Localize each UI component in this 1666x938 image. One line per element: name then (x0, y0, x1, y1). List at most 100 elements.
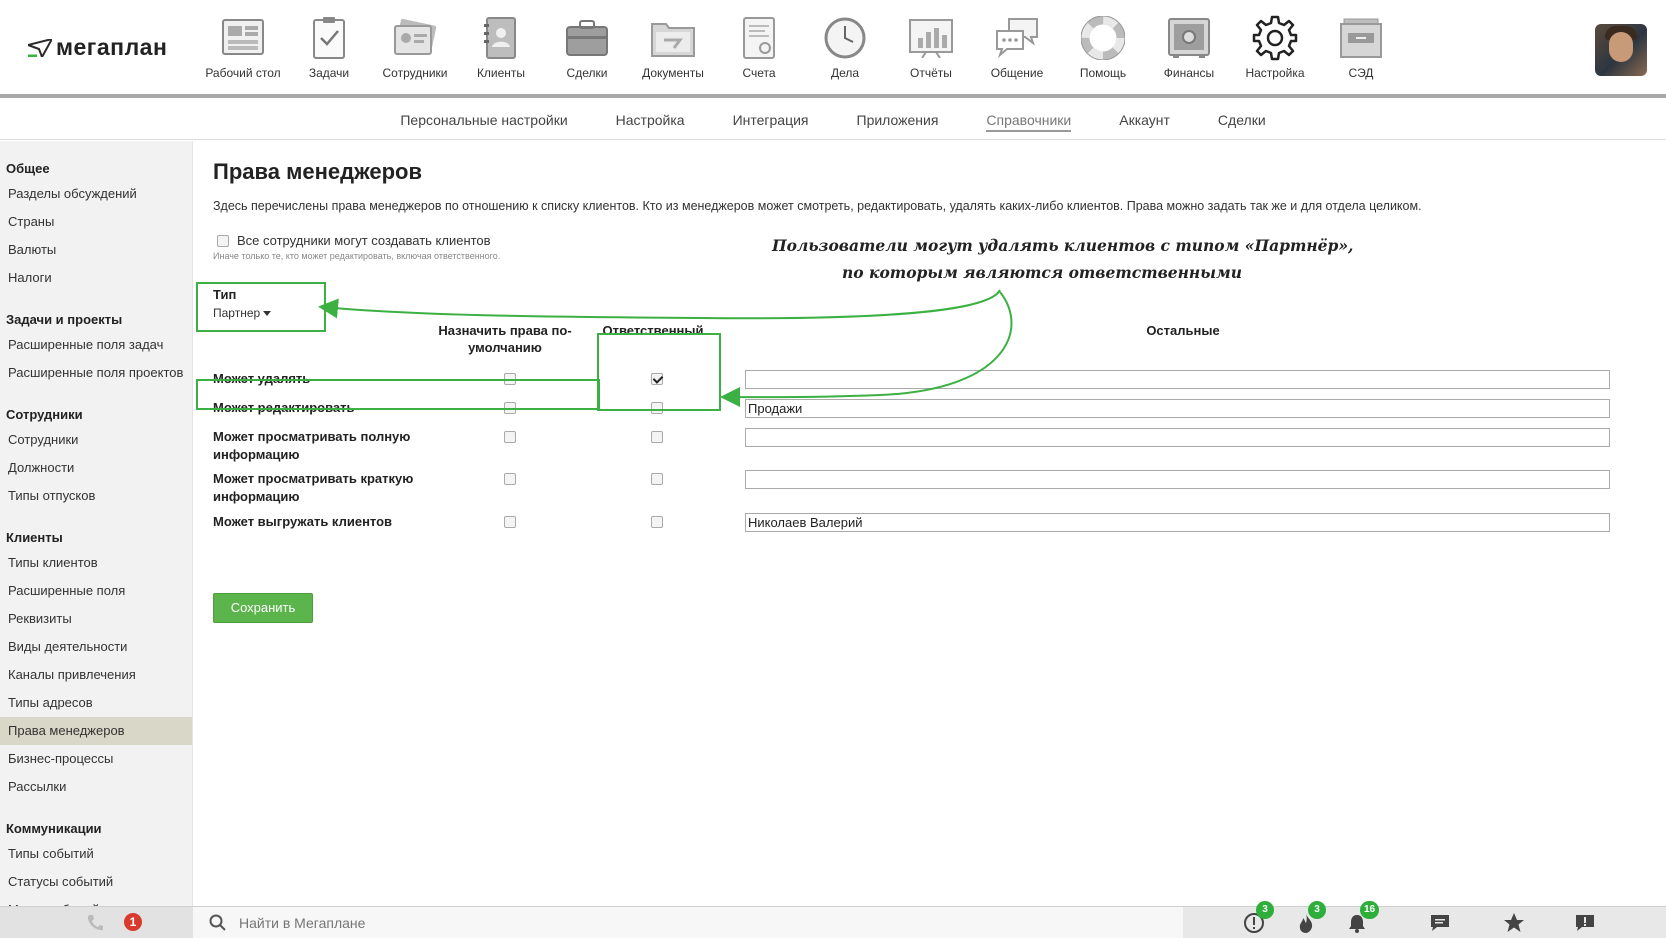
nav-item-clients[interactable]: Клиенты (458, 8, 544, 80)
settings-subtabs: Персональные настройки Настройка Интеграци… (0, 102, 1666, 140)
archive-icon (1337, 14, 1385, 62)
type-dropdown[interactable]: Партнер (213, 306, 272, 320)
nav-item-employees[interactable]: Сотрудники (372, 8, 458, 80)
all-can-create-option[interactable]: Все сотрудники могут создавать клиентов (217, 233, 491, 248)
client-type-selector: Тип Партнер (213, 287, 272, 320)
nav-item-invoices[interactable]: Счета (716, 8, 802, 80)
subtab-6[interactable]: Сделки (1194, 102, 1290, 139)
subtab-0[interactable]: Персональные настройки (376, 102, 591, 139)
nav-item-label: Дела (830, 66, 860, 80)
sidebar-item[interactable]: Типы адресов (0, 689, 192, 717)
sidebar-item[interactable]: Типы клиентов (0, 549, 192, 577)
fire-badge: 3 (1308, 901, 1326, 919)
all-can-create-checkbox[interactable] (217, 234, 229, 247)
phone-icon[interactable] (82, 911, 108, 935)
feedback-icon[interactable] (1572, 911, 1598, 935)
sidebar-item[interactable]: Бизнес-процессы (0, 745, 192, 773)
sidebar-item[interactable]: Валюты (0, 236, 192, 264)
page-description: Здесь перечислены права менеджеров по от… (213, 199, 1422, 213)
sidebar-item[interactable]: Налоги (0, 264, 192, 292)
sidebar-item[interactable]: Метки событий (0, 896, 192, 906)
default-rights-checkbox[interactable] (504, 516, 516, 528)
others-input[interactable] (745, 370, 1610, 389)
sidebar-item[interactable]: Должности (0, 454, 192, 482)
subtab-2[interactable]: Интеграция (709, 102, 833, 139)
safe-icon (1165, 14, 1213, 62)
subtab-4[interactable]: Справочники (962, 102, 1095, 139)
nav-item-tasks[interactable]: Задачи (286, 8, 372, 80)
annotation-box-responsible (597, 333, 721, 411)
sidebar-item[interactable]: Виды деятельности (0, 633, 192, 661)
nav-item-label: Настройка (1245, 66, 1305, 80)
others-input[interactable] (745, 470, 1610, 489)
subtab-5[interactable]: Аккаунт (1095, 102, 1194, 139)
nav-item-desktop[interactable]: Рабочий стол (200, 8, 286, 80)
subtab-label: Справочники (986, 112, 1072, 132)
default-rights-checkbox[interactable] (504, 473, 516, 485)
sidebar-item[interactable]: Расширенные поля (0, 577, 192, 605)
sidebar-item[interactable]: Права менеджеров (0, 717, 192, 745)
annotation-arrows (318, 289, 1013, 408)
permission-label: Может удалять (213, 371, 311, 386)
sidebar-group-title: Сотрудники (6, 407, 83, 422)
nav-item-label: СЭД (1348, 66, 1374, 80)
sidebar-item[interactable]: Расширенные поля задач (0, 331, 192, 359)
save-button[interactable]: Сохранить (213, 593, 313, 623)
subtab-label: Настройка (615, 112, 685, 128)
bell-badge: 16 (1360, 901, 1380, 919)
logo-plane-icon (28, 38, 52, 57)
sidebar-item[interactable]: Статусы событий (0, 868, 192, 896)
subtab-label: Аккаунт (1119, 112, 1170, 128)
nav-item-gear[interactable]: Настройка (1232, 8, 1318, 80)
subtab-3[interactable]: Приложения (833, 102, 963, 139)
sidebar-item[interactable]: Страны (0, 208, 192, 236)
alerts-badge: 3 (1256, 901, 1274, 919)
clients-icon (477, 14, 525, 62)
others-input[interactable] (745, 513, 1610, 532)
sidebar-item[interactable]: Разделы обсуждений (0, 180, 192, 208)
search-input[interactable] (239, 915, 939, 931)
responsible-checkbox[interactable] (651, 431, 663, 443)
nav-item-label: Документы (642, 66, 704, 80)
default-rights-checkbox[interactable] (504, 431, 516, 443)
default-rights-checkbox[interactable] (504, 402, 516, 414)
type-label: Тип (213, 287, 237, 302)
nav-item-safe[interactable]: Финансы (1146, 8, 1232, 80)
sidebar-item[interactable]: Каналы привлечения (0, 661, 192, 689)
nav-item-todo-clock[interactable]: Дела (802, 8, 888, 80)
nav-item-deals[interactable]: Сделки (544, 8, 630, 80)
sidebar-item[interactable]: Расширенные поля проектов (0, 359, 192, 387)
nav-item-label: Сделки (566, 66, 608, 80)
star-icon[interactable] (1501, 911, 1527, 935)
sidebar-item[interactable]: Типы событий (0, 840, 192, 868)
type-dropdown-value: Партнер (213, 306, 261, 320)
others-input[interactable] (745, 428, 1610, 447)
subtab-1[interactable]: Настройка (592, 102, 709, 139)
responsible-checkbox[interactable] (651, 373, 663, 385)
nav-item-archive[interactable]: СЭД (1318, 8, 1404, 80)
sidebar-item[interactable]: Типы отпусков (0, 482, 192, 510)
megaplan-logo[interactable]: мегаплан (28, 34, 167, 61)
user-avatar[interactable] (1595, 24, 1647, 76)
messages-icon[interactable] (1427, 911, 1453, 935)
sidebar-item[interactable]: Рассылки (0, 773, 192, 801)
page-title: Права менеджеров (213, 159, 423, 184)
sidebar-item[interactable]: Сотрудники (0, 426, 192, 454)
nav-item-label: Общение (990, 66, 1044, 80)
nav-item-lifebuoy[interactable]: Помощь (1060, 8, 1146, 80)
nav-item-documents[interactable]: Документы (630, 8, 716, 80)
default-rights-checkbox[interactable] (504, 373, 516, 385)
tasks-icon (305, 14, 353, 62)
sidebar-group-title: Задачи и проекты (6, 312, 123, 327)
nav-item-reports[interactable]: Отчёты (888, 8, 974, 80)
responsible-checkbox[interactable] (651, 516, 663, 528)
search-bar[interactable] (193, 907, 1183, 938)
all-can-create-label: Все сотрудники могут создавать клиентов (237, 233, 491, 248)
responsible-checkbox[interactable] (651, 402, 663, 414)
others-input[interactable] (745, 399, 1610, 418)
subtab-label: Интеграция (732, 112, 809, 128)
subtab-label: Сделки (1217, 112, 1266, 128)
nav-item-chat[interactable]: Общение (974, 8, 1060, 80)
sidebar-item[interactable]: Реквизиты (0, 605, 192, 633)
responsible-checkbox[interactable] (651, 473, 663, 485)
